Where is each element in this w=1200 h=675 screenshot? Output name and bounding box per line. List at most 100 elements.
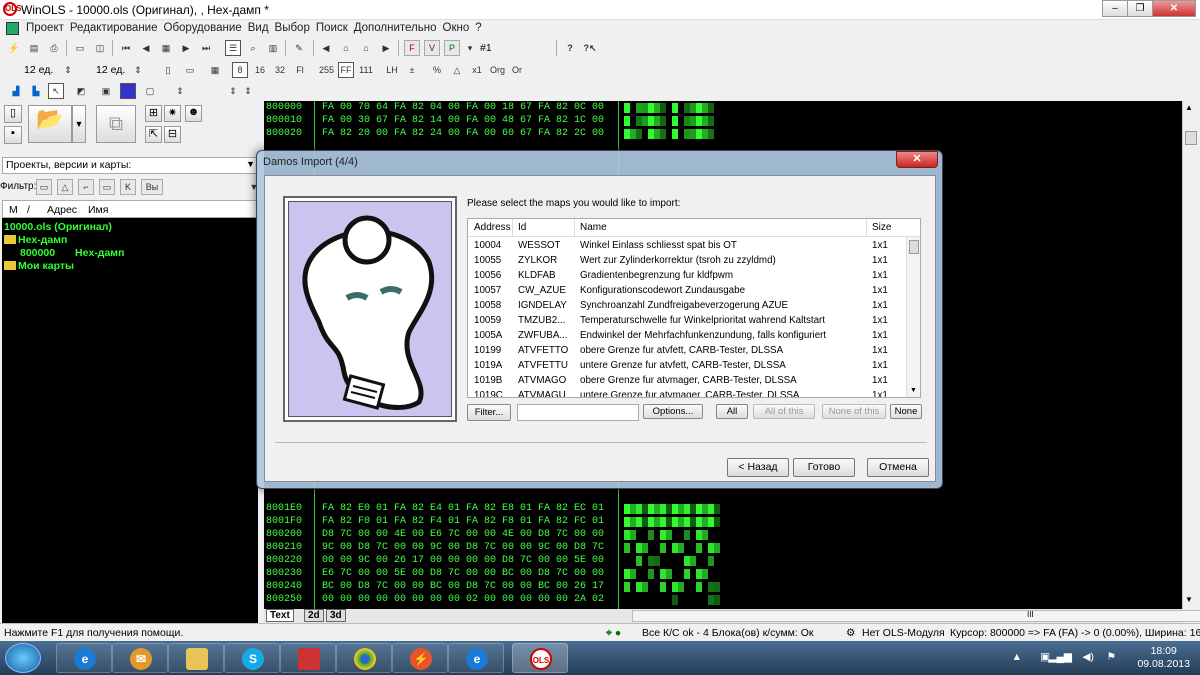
back-button[interactable]: < Назад — [727, 458, 789, 477]
compare-files-icon[interactable]: ⊟ — [164, 126, 181, 143]
tray-flag-icon[interactable]: ⚑ — [1107, 651, 1116, 663]
hex-bytes[interactable]: FA 82 E0 01 FA 82 E4 01 FA 82 E8 01 FA 8… — [322, 503, 604, 514]
hex-bytes[interactable]: 00 00 00 00 00 00 00 00 02 00 00 00 00 0… — [322, 594, 604, 605]
menu-view[interactable]: Вид — [248, 22, 275, 34]
table-scrollbar[interactable]: ▼ — [906, 237, 920, 397]
filter-input[interactable] — [517, 404, 639, 421]
hex-bytes[interactable]: FA 82 F0 01 FA 82 F4 01 FA 82 F8 01 FA 8… — [322, 516, 604, 527]
taskbar-outlook[interactable]: ✉ — [112, 643, 168, 673]
close-button[interactable]: ✕ — [1152, 0, 1196, 17]
16bit-icon[interactable]: 16 — [252, 62, 268, 78]
taskbar-flash[interactable]: ⚡ — [392, 643, 448, 673]
help-icon[interactable]: ? — [562, 40, 578, 56]
col-m[interactable]: М — [9, 204, 18, 216]
table-row[interactable]: 1005A ZWFUBA... Endwinkel der Mehrfachfunk… — [468, 329, 908, 344]
table-row[interactable]: 10057 CW_AZUE Konfigurationscodewort Zunda… — [468, 284, 908, 299]
filter-3-icon[interactable]: ⌐ — [78, 179, 94, 195]
prev-icon[interactable]: ◀ — [138, 40, 154, 56]
table-row[interactable]: 1019B ATVMAGO obere Grenze fur atvmager, C… — [468, 374, 908, 389]
hex-bytes[interactable]: 9C 00 D8 7C 00 00 9C 00 D8 7C 00 00 9C 0… — [322, 542, 604, 553]
taskbar-explorer[interactable] — [168, 643, 224, 673]
menu-window[interactable]: Окно — [443, 22, 476, 34]
tree-item[interactable]: 800000 Hex-дамп — [20, 247, 124, 259]
chart-icon[interactable]: ▟ — [8, 83, 24, 99]
clock[interactable]: 18:09 09.08.2013 — [1137, 645, 1190, 671]
save-icon[interactable]: ▤ — [26, 40, 42, 56]
tab-3d[interactable]: 3d — [326, 609, 346, 622]
unit-left[interactable]: 12 ед. — [24, 64, 53, 76]
user-icon[interactable]: ☻ — [185, 105, 202, 122]
tab-text[interactable]: Text — [266, 609, 294, 622]
menu-hardware[interactable]: Оборудование — [164, 22, 248, 34]
table-row[interactable]: 10199 ATVFETTO obere Grenze fur atvfett, C… — [468, 344, 908, 359]
scroll-thumb[interactable] — [909, 240, 919, 254]
8bit-icon[interactable]: 8 — [232, 62, 248, 78]
tree-item[interactable]: Мои карты — [4, 260, 74, 272]
import-icon[interactable]: ⊞ — [145, 105, 162, 122]
first-icon[interactable]: ⏮ — [118, 40, 134, 56]
spin-icon[interactable]: ⇕ — [240, 83, 256, 99]
width-icon[interactable]: ▯ — [160, 62, 176, 78]
unit-right[interactable]: 12 ед. — [96, 64, 125, 76]
height-icon[interactable]: ▭ — [182, 62, 198, 78]
menu-select[interactable]: Выбор — [275, 22, 316, 34]
taskbar-ie[interactable]: e — [56, 643, 112, 673]
tray-speaker-icon[interactable]: ◀) — [1082, 651, 1094, 663]
taskbar-ie2[interactable]: e — [448, 643, 504, 673]
menu-edit[interactable]: Редактирование — [70, 22, 164, 34]
all-button[interactable]: All — [716, 404, 748, 419]
menu-help[interactable]: ? — [475, 22, 487, 34]
col-address[interactable]: Адрес — [47, 204, 77, 216]
spin-icon[interactable]: ⇕ — [130, 62, 146, 78]
table-row[interactable]: 10058 IGNDELAY Synchroanzahl Zundfreigabev… — [468, 299, 908, 314]
new-doc-icon[interactable]: ▯ — [4, 105, 22, 123]
menu-extra[interactable]: Дополнительно — [354, 22, 443, 34]
nudge-icon[interactable]: ⇕ — [172, 83, 188, 99]
document-menu-icon[interactable] — [6, 22, 19, 35]
filter-4-icon[interactable]: ▭ — [99, 179, 115, 195]
export-icon[interactable]: ⇱ — [145, 126, 162, 143]
arrow-up-icon[interactable]: ▲ — [1185, 103, 1193, 112]
window-icon[interactable]: ▭ — [72, 40, 88, 56]
frame-icon[interactable]: ▢ — [142, 83, 158, 99]
float-icon[interactable]: Fl — [292, 62, 308, 78]
col-name[interactable]: Name — [580, 222, 607, 233]
table-row[interactable]: 10056 KLDFAB Gradientenbegrenzung fur kldf… — [468, 269, 908, 284]
print-icon[interactable]: ⎙ — [46, 40, 62, 56]
wizard-icon[interactable]: ✷ — [164, 105, 181, 122]
factor-icon[interactable]: x1 — [469, 62, 485, 78]
grid-icon[interactable]: ▦ — [158, 40, 174, 56]
copy-folder-icon[interactable]: ⧉ — [96, 105, 136, 143]
decimal-icon[interactable]: 255 — [318, 62, 334, 78]
scroll-thumb[interactable] — [1185, 131, 1197, 145]
lohi-icon[interactable]: LH — [384, 62, 400, 78]
taskbar-skype[interactable]: S — [224, 643, 280, 673]
col-slash[interactable]: / — [27, 204, 30, 216]
taskbar-winols[interactable]: OLS — [512, 643, 568, 673]
filter-exit-icon[interactable]: Вы — [141, 179, 163, 195]
minimize-button[interactable]: – — [1102, 0, 1128, 17]
cancel-button[interactable]: Отмена — [867, 458, 929, 477]
spin-icon[interactable]: ⇕ — [60, 62, 76, 78]
table-row[interactable]: 10055 ZYLKOR Wert zur Zylinderkorrektur (t… — [468, 254, 908, 269]
house-icon[interactable]: ⌂ — [358, 40, 374, 56]
none-of-this-button[interactable]: None of this — [822, 404, 886, 419]
home-icon[interactable]: ⌂ — [338, 40, 354, 56]
connect-icon[interactable]: ⚡ — [6, 40, 22, 56]
filter-1-icon[interactable]: ▭ — [36, 179, 52, 195]
original-icon[interactable]: Org — [489, 62, 505, 78]
start-button[interactable] — [5, 643, 41, 673]
palette-icon[interactable]: ▣ — [98, 83, 114, 99]
arrow-down-icon[interactable]: ▼ — [910, 387, 917, 394]
table-row[interactable]: 1019C ATVMAGU untere Grenze fur atvmager, … — [468, 389, 908, 397]
f-icon[interactable]: F — [404, 40, 420, 56]
menu-search[interactable]: Поиск — [316, 22, 354, 34]
none-button[interactable]: None — [890, 404, 922, 419]
back-arrow-icon[interactable]: ◀ — [318, 40, 334, 56]
grid-view-icon[interactable]: ▦ — [207, 62, 223, 78]
forward-arrow-icon[interactable]: ▶ — [378, 40, 394, 56]
color-icon[interactable] — [120, 83, 136, 99]
tab-2d[interactable]: 2d — [304, 609, 324, 622]
filter-button[interactable]: Filter... — [467, 404, 511, 421]
hex-icon[interactable]: FF — [338, 62, 354, 78]
